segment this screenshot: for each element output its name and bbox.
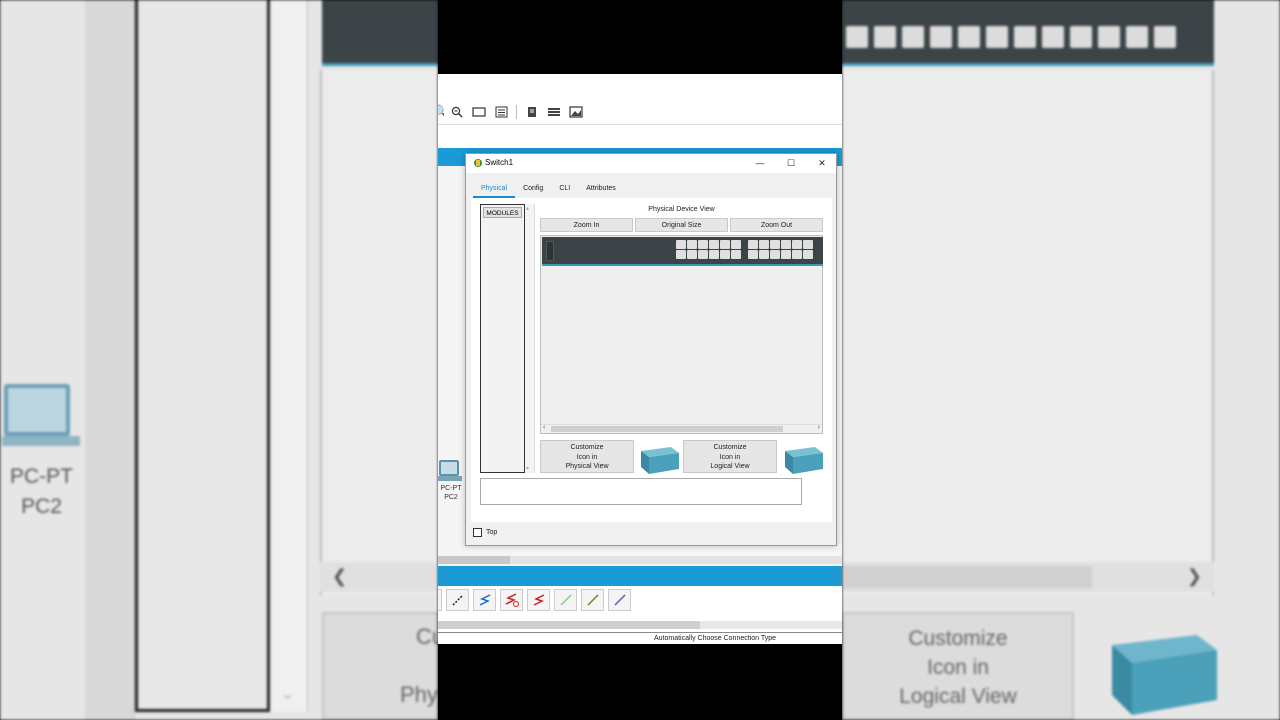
- device-view-hscroll[interactable]: ‹ ›: [541, 424, 822, 433]
- pc-type: PC-PT: [440, 485, 462, 492]
- layers-icon[interactable]: [545, 103, 563, 121]
- pc-label: PC-PT PC2: [438, 484, 464, 502]
- port-block-2: [748, 240, 813, 259]
- switch-logical-icon: [785, 447, 823, 474]
- straight-cable-icon[interactable]: [446, 589, 469, 611]
- customize-physical-line-2: Icon in: [576, 453, 598, 461]
- customize-physical-button[interactable]: Customize Icon in Physical View: [540, 440, 634, 473]
- fiber-icon[interactable]: [554, 589, 577, 611]
- bg-device-view: [320, 70, 438, 595]
- status-bar: Automatically Choose Connection Type: [438, 632, 842, 644]
- bg-pc-label: PC-PT PC2: [10, 462, 73, 522]
- customize-physical-line-3: Physical View: [565, 463, 609, 470]
- crossover-cable-icon[interactable]: [473, 589, 496, 611]
- tab-physical[interactable]: Physical: [473, 182, 516, 198]
- chevron-left-icon: ❮: [332, 566, 348, 586]
- bg-switch-image: [842, 0, 1214, 66]
- bg-customize-physical-button: Cu Phy: [322, 612, 438, 720]
- bg-pc-name: PC2: [21, 495, 62, 518]
- zoom-controls: Zoom In Original Size Zoom Out: [540, 218, 823, 232]
- serial-clock-cable-icon[interactable]: [500, 589, 523, 611]
- bg-button-line-2: Icon in: [927, 656, 989, 679]
- tab-attributes[interactable]: Attributes: [578, 182, 624, 198]
- customize-logical-button[interactable]: Customize Icon in Logical View: [683, 440, 777, 473]
- tab-cli[interactable]: CLI: [551, 182, 578, 198]
- chevron-right-icon: ❯: [1186, 566, 1202, 586]
- connections-hscroll[interactable]: [438, 621, 842, 629]
- bg-modules-panel: [135, 0, 270, 712]
- zoom-out-icon[interactable]: [448, 103, 466, 121]
- zoom-in-button[interactable]: Zoom In: [540, 218, 633, 232]
- console-cable-icon[interactable]: [438, 589, 442, 611]
- pc-icon[interactable]: [438, 458, 466, 486]
- pc-name: PC2: [444, 494, 458, 501]
- customize-logical-line-2: Icon in: [719, 453, 741, 461]
- minimize-icon[interactable]: —: [753, 156, 767, 170]
- tab-bar: Physical Config CLI Attributes: [473, 182, 624, 198]
- chevron-down-icon: ⌄: [280, 683, 296, 703]
- modules-header: MODULES: [483, 207, 522, 218]
- document-icon[interactable]: [523, 103, 541, 121]
- customize-logical-line-1: Customize: [713, 444, 747, 451]
- bg-switch-image: [322, 0, 438, 66]
- tab-config[interactable]: Config: [515, 182, 551, 198]
- rectangle-icon[interactable]: [470, 103, 488, 121]
- chevron-down-icon[interactable]: ▾: [526, 465, 529, 472]
- bg-hscroll: ❮: [320, 562, 438, 592]
- bg-button-line-3: Logical View: [899, 685, 1017, 708]
- console-port: [546, 241, 554, 261]
- bg-button-text-1: Cu: [416, 624, 438, 649]
- top-checkbox[interactable]: [473, 528, 482, 537]
- pc-icon: [2, 380, 80, 448]
- bg-panel-column: [85, 0, 135, 720]
- maximize-icon[interactable]: ☐: [784, 156, 798, 170]
- zoom-out-button[interactable]: Zoom Out: [730, 218, 823, 232]
- video-strip: 🔍 PC-PT: [438, 0, 842, 720]
- dialog-titlebar[interactable]: Switch1 — ☐ ✕: [466, 154, 836, 173]
- device-bar: [438, 566, 842, 586]
- device-view-title: Physical Device View: [648, 206, 715, 213]
- bg-pc-type: PC-PT: [10, 465, 73, 488]
- top-checkbox-row[interactable]: Top: [473, 528, 497, 537]
- bg-button-line-1: Customize: [908, 627, 1008, 650]
- dialog-title: Switch1: [485, 158, 514, 167]
- switch-dialog: Switch1 — ☐ ✕ Physical Config CLI Attrib…: [465, 153, 837, 546]
- customize-logical-line-3: Logical View: [710, 463, 750, 470]
- original-size-button[interactable]: Original Size: [635, 218, 728, 232]
- port-block-1: [676, 240, 741, 259]
- serial-cable-icon[interactable]: [527, 589, 550, 611]
- bg-button-text-2: Phy: [400, 682, 438, 707]
- workspace-hscroll[interactable]: [438, 556, 842, 564]
- chevron-up-icon[interactable]: ▴: [526, 205, 529, 212]
- toolbar-divider: [438, 124, 842, 125]
- zoom-in-icon[interactable]: 🔍: [438, 103, 444, 121]
- app-icon: [474, 159, 482, 167]
- image-icon[interactable]: [567, 103, 585, 121]
- background-right-zoom: ❯ Customize Icon in Logical View: [842, 0, 1280, 720]
- physical-device-view[interactable]: ‹ ›: [540, 235, 823, 434]
- top-checkbox-label: Top: [486, 529, 498, 536]
- description-field[interactable]: [480, 478, 802, 505]
- close-icon[interactable]: ✕: [815, 156, 829, 170]
- customize-physical-line-1: Customize: [570, 444, 604, 451]
- chevron-right-icon[interactable]: ›: [818, 424, 820, 431]
- bg-device-view: [842, 70, 1214, 595]
- bg-scrollbar: ⌄: [270, 0, 308, 712]
- switch-chassis[interactable]: [542, 237, 823, 266]
- bg-hscroll: ❯: [842, 562, 1214, 592]
- physical-panel: MODULES ▴ ▾ Physical Device View Zoom In…: [471, 198, 832, 522]
- packet-tracer-window: 🔍 PC-PT: [438, 74, 842, 644]
- coax-cable-icon[interactable]: [608, 589, 631, 611]
- chevron-left-icon[interactable]: ‹: [543, 424, 545, 431]
- list-icon[interactable]: [492, 103, 510, 121]
- background-left-zoom: ⌄ ❮ Cu Phy PC-PT PC2: [0, 0, 438, 720]
- modules-scrollbar[interactable]: ▴ ▾: [525, 204, 535, 473]
- phone-cable-icon[interactable]: [581, 589, 604, 611]
- switch-icon: [1112, 635, 1217, 715]
- bg-customize-logical-button: Customize Icon in Logical View: [842, 612, 1074, 720]
- toolbar: 🔍: [438, 101, 842, 123]
- connections-toolbar: [438, 588, 842, 612]
- switch-physical-icon: [641, 447, 679, 474]
- modules-list[interactable]: MODULES: [480, 204, 525, 473]
